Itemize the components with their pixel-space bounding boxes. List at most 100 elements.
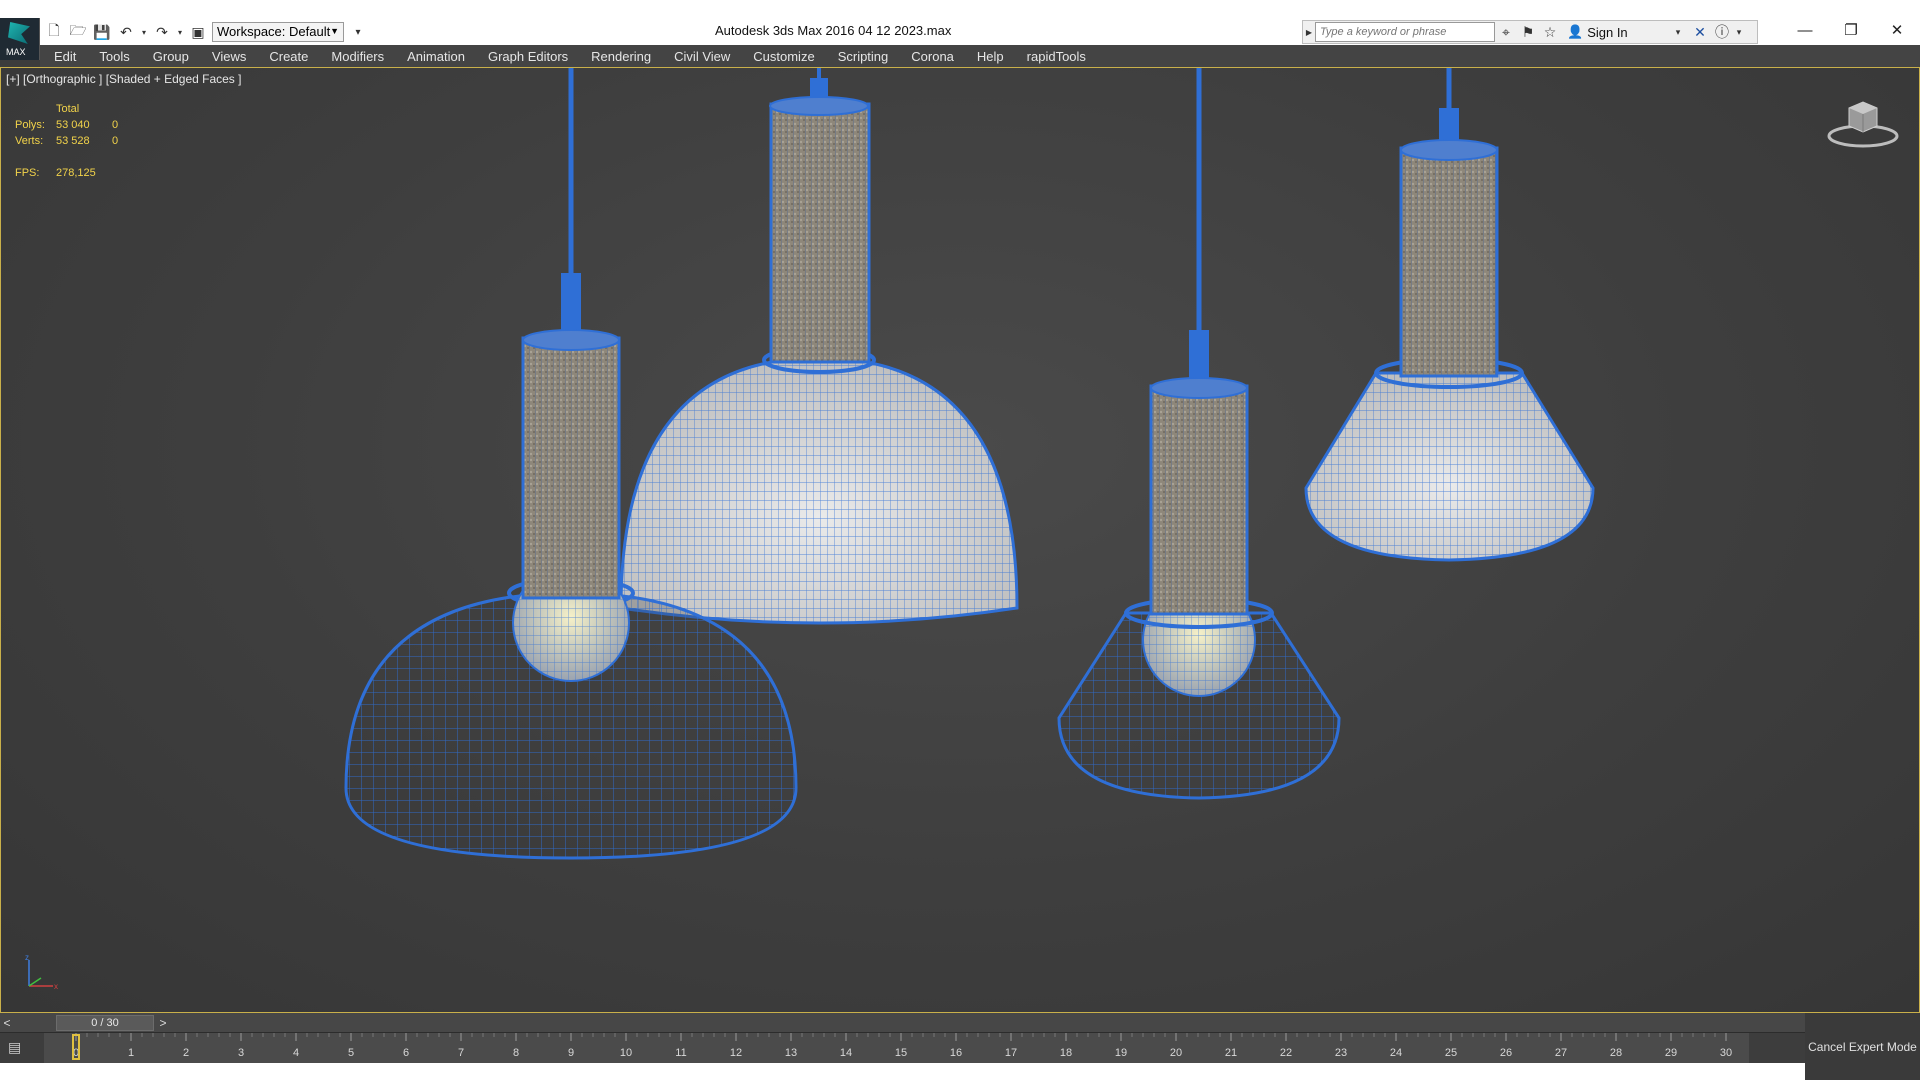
redo-dropdown-icon[interactable]: ▾ <box>176 23 184 41</box>
viewport-statistics: Total Polys: 53 040 0 Verts: 53 528 0 FP… <box>15 101 118 181</box>
track-bar: ▤ 0 1 2 3 4 5 6 7 8 9 10 11 12 13 14 15 16 17 18 19 20 21 22 23… <box>0 1033 1805 1063</box>
svg-text:x: x <box>54 982 58 991</box>
favorites-star-icon[interactable]: ☆ <box>1539 24 1561 41</box>
menu-civil-view[interactable]: Civil View <box>674 49 730 64</box>
redo-icon[interactable]: ↷ <box>152 23 172 41</box>
frame-tick-label: 28 <box>1610 1047 1622 1059</box>
perspective-viewport[interactable]: [+] [Orthographic ] [Shaded + Edged Face… <box>0 67 1920 1013</box>
menu-customize[interactable]: Customize <box>753 49 814 64</box>
fps-label: FPS: <box>15 167 40 179</box>
frame-tick-label: 25 <box>1445 1047 1457 1059</box>
previous-frame-button[interactable]: < <box>0 1016 14 1030</box>
customize-toolbar-icon[interactable]: ▾ <box>348 23 368 41</box>
menu-help[interactable]: Help <box>977 49 1004 64</box>
sign-in-button[interactable]: 👤 Sign In <box>1567 24 1667 40</box>
fps-value: 278,125 <box>56 167 96 179</box>
frame-tick-label: 21 <box>1225 1047 1237 1059</box>
pendant-lamp-dome-white[interactable] <box>619 68 1019 625</box>
search-input[interactable] <box>1315 22 1495 42</box>
app-window: 🗋 🗁 💾 ↶ ▾ ↷ ▾ ▣ Workspace: Default ▼ ▾ A… <box>0 0 1920 1080</box>
polys-total: 53 040 <box>56 119 90 131</box>
curve-editor-icon[interactable]: ▤ <box>8 1039 34 1059</box>
workspace-label: Workspace: Default <box>217 24 331 39</box>
frame-tick-label: 11 <box>675 1047 686 1059</box>
frame-tick-label: 6 <box>403 1047 409 1059</box>
frame-tick-label: 9 <box>568 1047 574 1059</box>
frame-tick-label: 4 <box>293 1047 299 1059</box>
sign-in-label: Sign In <box>1587 24 1628 40</box>
close-button[interactable]: ✕ <box>1874 18 1920 42</box>
user-icon: 👤 <box>1567 24 1584 39</box>
application-menu-button[interactable]: MAX <box>0 18 40 60</box>
expand-arrow-icon[interactable]: ▶ <box>1303 28 1315 37</box>
frame-tick-label: 14 <box>840 1047 852 1059</box>
frame-tick-label: 2 <box>183 1047 189 1059</box>
verts-label: Verts: <box>15 135 44 147</box>
save-icon[interactable]: 💾 <box>92 23 112 41</box>
time-slider-thumb[interactable]: 0 / 30 <box>56 1014 154 1031</box>
menu-scripting[interactable]: Scripting <box>838 49 889 64</box>
frame-tick-label: 15 <box>895 1047 907 1059</box>
open-file-icon[interactable]: 🗁 <box>68 22 88 41</box>
project-folder-icon[interactable]: ▣ <box>188 23 208 41</box>
exchange-apps-icon[interactable]: ✕ <box>1689 24 1711 41</box>
stats-header: Total <box>56 103 80 115</box>
menu-graph-editors[interactable]: Graph Editors <box>488 49 568 64</box>
menu-corona[interactable]: Corona <box>911 49 954 64</box>
window-controls: — ❐ ✕ <box>1782 18 1920 42</box>
frame-tick-label: 1 <box>128 1047 134 1059</box>
frame-tick-label: 18 <box>1060 1047 1072 1059</box>
menu-rapidtools[interactable]: rapidTools <box>1027 49 1086 64</box>
cancel-expert-mode-button[interactable]: Cancel Expert Mode <box>1805 1013 1920 1080</box>
next-frame-button[interactable]: > <box>156 1016 170 1030</box>
frame-tick-label: 30 <box>1720 1047 1732 1059</box>
help-dropdown-icon[interactable]: ▾ <box>1733 27 1745 38</box>
frame-tick-label: 13 <box>785 1047 797 1059</box>
frame-ruler[interactable]: 0 1 2 3 4 5 6 7 8 9 10 11 12 13 14 15 16 17 18 19 20 21 22 23 24… <box>44 1033 1749 1063</box>
infocenter-bar: ▶ ⌖ ⚑ ☆ 👤 Sign In ▾ ✕ ⓘ ▾ <box>1302 20 1758 44</box>
undo-dropdown-icon[interactable]: ▾ <box>140 23 148 41</box>
new-file-icon[interactable]: 🗋 <box>44 22 64 41</box>
menu-modifiers[interactable]: Modifiers <box>331 49 384 64</box>
menu-tools[interactable]: Tools <box>99 49 129 64</box>
help-icon[interactable]: ⓘ <box>1711 22 1733 42</box>
verts-total: 53 528 <box>56 135 90 147</box>
menu-create[interactable]: Create <box>269 49 308 64</box>
restore-button[interactable]: ❐ <box>1828 18 1874 42</box>
frame-tick-label: 3 <box>238 1047 244 1059</box>
frame-tick-label: 5 <box>348 1047 354 1059</box>
svg-text:z: z <box>25 954 29 962</box>
frame-tick-label: 22 <box>1280 1047 1292 1059</box>
menu-edit[interactable]: Edit <box>54 49 76 64</box>
menu-rendering[interactable]: Rendering <box>591 49 651 64</box>
pendant-lamp-cone-white[interactable] <box>1304 68 1595 562</box>
time-slider-bar: < 0 / 30 > <box>0 1013 1805 1033</box>
frame-tick-label: 7 <box>458 1047 464 1059</box>
status-bar <box>0 1063 1805 1080</box>
binoculars-icon[interactable]: ⌖ <box>1495 24 1517 41</box>
frame-tick-label: 16 <box>950 1047 962 1059</box>
frame-tick-label: 23 <box>1335 1047 1347 1059</box>
max-logo-icon <box>8 22 30 44</box>
frame-tick-label: 8 <box>513 1047 519 1059</box>
workspace-dropdown[interactable]: Workspace: Default ▼ <box>212 22 344 42</box>
menu-views[interactable]: Views <box>212 49 246 64</box>
menu-bar: Edit Tools Group Views Create Modifiers … <box>40 45 1920 67</box>
chevron-down-icon: ▼ <box>330 26 339 36</box>
menu-animation[interactable]: Animation <box>407 49 465 64</box>
menu-group[interactable]: Group <box>153 49 189 64</box>
undo-icon[interactable]: ↶ <box>116 23 136 41</box>
pendant-lamp-cone-wire[interactable] <box>1057 68 1341 800</box>
viewcube-icon[interactable] <box>1825 96 1901 152</box>
frame-tick-label: 29 <box>1665 1047 1677 1059</box>
frame-tick-label: 12 <box>730 1047 742 1059</box>
minimize-button[interactable]: — <box>1782 18 1828 42</box>
chevron-down-icon[interactable]: ▾ <box>1667 27 1689 38</box>
viewport-label-menu[interactable]: [+] [Orthographic ] [Shaded + Edged Face… <box>6 72 241 86</box>
frame-tick-label: 26 <box>1500 1047 1512 1059</box>
quick-access-toolbar: 🗋 🗁 💾 ↶ ▾ ↷ ▾ ▣ Workspace: Default ▼ ▾ <box>44 21 368 43</box>
frame-tick-label: 27 <box>1555 1047 1567 1059</box>
frame-tick-label: 19 <box>1115 1047 1127 1059</box>
subscription-icon[interactable]: ⚑ <box>1517 24 1539 41</box>
polys-label: Polys: <box>15 119 45 131</box>
